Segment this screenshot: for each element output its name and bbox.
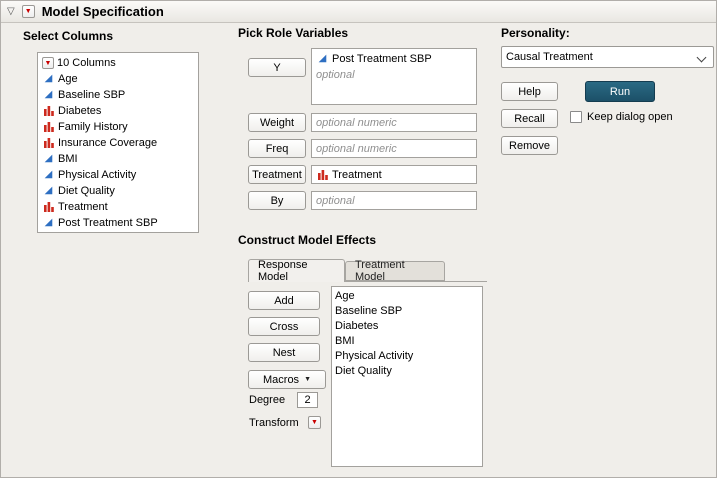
column-label: Treatment [58, 201, 108, 213]
freq-role-button[interactable]: Freq [248, 139, 306, 158]
model-effects-list: Age Baseline SBP Diabetes BMI Physical A… [331, 286, 483, 467]
continuous-variable-icon: ◢ [44, 169, 53, 180]
degree-label: Degree [249, 394, 286, 406]
run-button[interactable]: Run [585, 81, 655, 102]
list-item[interactable]: ◢ BMI [40, 151, 196, 167]
columns-count-label: 10 Columns [57, 57, 116, 69]
remove-button[interactable]: Remove [501, 136, 558, 155]
cross-button[interactable]: Cross [248, 317, 320, 336]
by-role-dropzone[interactable]: optional [311, 191, 477, 210]
macros-button[interactable]: Macros ▼ [248, 370, 326, 389]
title-bar: ▽ ▼ Model Specification [1, 1, 716, 23]
nominal-variable-icon [316, 169, 329, 180]
personality-label: Personality: [501, 26, 570, 40]
y-role-value: Post Treatment SBP [332, 53, 432, 65]
weight-role-button[interactable]: Weight [248, 113, 306, 132]
continuous-variable-icon: ◢ [44, 217, 53, 228]
red-triangle-menu-button[interactable]: ▼ [21, 5, 35, 18]
by-role-button[interactable]: By [248, 191, 306, 210]
list-item[interactable]: Family History [40, 119, 196, 135]
treatment-role-value: Treatment [332, 168, 382, 181]
page-title: Model Specification [41, 4, 164, 19]
list-item[interactable]: BMI [332, 334, 482, 349]
columns-count-header: ▼ 10 Columns [40, 55, 196, 71]
column-label: Baseline SBP [58, 89, 126, 101]
tab-response-model[interactable]: Response Model [248, 259, 345, 283]
columns-menu-button[interactable]: ▼ [42, 57, 54, 69]
personality-selected-value: Causal Treatment [506, 51, 593, 63]
transform-menu-button[interactable]: ▼ [308, 416, 321, 429]
continuous-variable-icon: ◢ [44, 185, 53, 196]
list-item[interactable]: Insurance Coverage [40, 135, 196, 151]
nominal-variable-icon [42, 202, 55, 212]
weight-role-placeholder: optional numeric [316, 116, 397, 129]
continuous-variable-icon: ◢ [44, 73, 53, 84]
column-label: Diabetes [58, 105, 102, 117]
list-item[interactable]: Baseline SBP [332, 304, 482, 319]
treatment-role-button[interactable]: Treatment [248, 165, 306, 184]
degree-field[interactable]: 2 [297, 392, 318, 408]
model-specification-window: ▽ ▼ Model Specification Select Columns ▼… [0, 0, 717, 478]
red-triangle-icon: ▼ [311, 419, 318, 426]
nominal-variable-icon [42, 106, 55, 116]
list-item[interactable]: ◢ Baseline SBP [40, 87, 196, 103]
list-item[interactable]: ◢ Post Treatment SBP [40, 215, 196, 231]
recall-button[interactable]: Recall [501, 109, 558, 128]
list-item[interactable]: Diabetes [332, 319, 482, 334]
list-item[interactable]: ◢ Physical Activity [40, 167, 196, 183]
personality-select[interactable]: Causal Treatment [501, 46, 714, 68]
column-label: Physical Activity [58, 169, 137, 181]
continuous-variable-icon: ◢ [318, 53, 327, 64]
nominal-variable-icon [42, 122, 55, 132]
list-item[interactable]: Age [332, 289, 482, 304]
freq-role-dropzone[interactable]: optional numeric [311, 139, 477, 158]
macros-button-label: Macros [263, 373, 300, 386]
list-item[interactable]: ◢ Age [40, 71, 196, 87]
weight-role-dropzone[interactable]: optional numeric [311, 113, 477, 132]
y-role-button[interactable]: Y [248, 58, 306, 77]
nest-button[interactable]: Nest [248, 343, 320, 362]
columns-list: ▼ 10 Columns ◢ Age ◢ Baseline SBP Diabet… [37, 52, 199, 233]
y-role-dropzone[interactable]: ◢ Post Treatment SBP optional [311, 48, 477, 105]
column-label: Diet Quality [58, 185, 115, 197]
tab-treatment-model[interactable]: Treatment Model [345, 259, 445, 283]
column-label: Family History [58, 121, 128, 133]
column-label: BMI [58, 153, 78, 165]
transform-label: Transform [249, 417, 299, 429]
freq-role-placeholder: optional numeric [316, 142, 397, 155]
continuous-variable-icon: ◢ [44, 153, 53, 164]
add-button[interactable]: Add [248, 291, 320, 310]
chevron-down-icon: ▼ [304, 376, 311, 383]
red-triangle-icon: ▼ [24, 8, 32, 15]
list-item[interactable]: Diet Quality [332, 364, 482, 379]
list-item[interactable]: Physical Activity [332, 349, 482, 364]
list-item[interactable]: ◢ Diet Quality [40, 183, 196, 199]
by-role-placeholder: optional [316, 194, 355, 207]
nominal-variable-icon [42, 138, 55, 148]
y-role-placeholder: optional [316, 69, 355, 81]
keep-dialog-open-checkbox[interactable] [570, 111, 582, 123]
keep-dialog-open-label: Keep dialog open [587, 111, 673, 123]
column-label: Insurance Coverage [58, 137, 158, 149]
disclosure-triangle-icon[interactable]: ▽ [7, 6, 15, 17]
help-button[interactable]: Help [501, 82, 558, 101]
list-item[interactable]: Diabetes [40, 103, 196, 119]
list-item[interactable]: Treatment [40, 199, 196, 215]
chevron-down-icon [696, 52, 707, 63]
pick-role-variables-label: Pick Role Variables [238, 26, 349, 40]
y-role-value-row[interactable]: ◢ Post Treatment SBP [316, 51, 472, 67]
column-label: Post Treatment SBP [58, 217, 158, 229]
select-columns-label: Select Columns [23, 29, 114, 43]
red-triangle-icon: ▼ [44, 59, 52, 67]
treatment-role-dropzone[interactable]: Treatment [311, 165, 477, 184]
construct-model-effects-label: Construct Model Effects [238, 233, 377, 247]
column-label: Age [58, 73, 78, 85]
continuous-variable-icon: ◢ [44, 89, 53, 100]
